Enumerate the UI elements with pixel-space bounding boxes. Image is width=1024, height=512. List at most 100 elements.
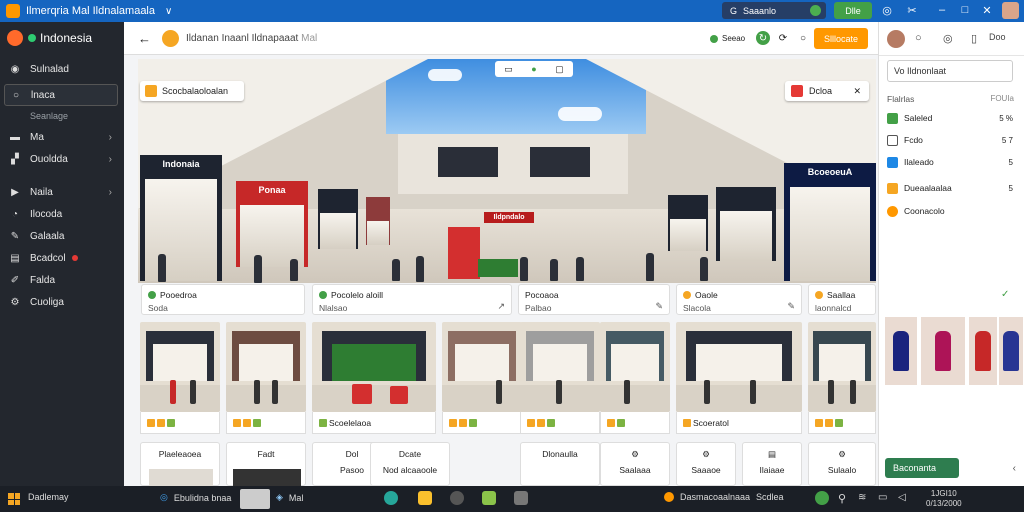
- avatar[interactable]: [1002, 2, 1019, 19]
- minimize-icon[interactable]: –: [935, 3, 949, 17]
- store-center-sign: Ildpndalo: [484, 212, 534, 223]
- close-icon[interactable]: ✕: [853, 86, 861, 97]
- taskbar-thumbnail[interactable]: [240, 489, 270, 509]
- kiosk: [390, 386, 408, 404]
- sidebar-item-9[interactable]: ✐ Falda: [4, 269, 118, 291]
- stat-card[interactable]: Pooedroa Soda: [141, 284, 305, 315]
- edit-icon[interactable]: ✎: [655, 301, 663, 312]
- image-tile[interactable]: [600, 322, 670, 412]
- sidebar-item-10[interactable]: ⚙ Cuoliga: [4, 291, 118, 313]
- overlay-card-right[interactable]: Dcloa ✕: [785, 81, 869, 101]
- category-card[interactable]: ⚙ Saaaoe: [676, 442, 736, 486]
- clock[interactable]: 1JGI10 0/13/2000: [926, 489, 962, 509]
- image-tile[interactable]: [140, 322, 220, 412]
- panel-row[interactable]: Coonacolo: [887, 203, 1015, 219]
- image-tile[interactable]: [808, 322, 876, 412]
- image-tile[interactable]: [676, 322, 802, 412]
- circle-icon[interactable]: ○: [796, 31, 810, 45]
- folder-icon[interactable]: [418, 491, 432, 505]
- sidebar-item-3[interactable]: ▬ Ma ›: [4, 126, 118, 148]
- app-icon[interactable]: [384, 491, 398, 505]
- product-thumb[interactable]: [969, 317, 997, 385]
- expand-icon[interactable]: ▢: [555, 64, 564, 75]
- panel-action-button[interactable]: Baconanta: [885, 458, 959, 478]
- app-icon[interactable]: [482, 491, 496, 505]
- sidebar-item-7[interactable]: ✎ Galaala: [4, 225, 118, 247]
- close-icon[interactable]: ✕: [980, 3, 994, 17]
- stat-card[interactable]: Oaole Slacola ✎: [676, 284, 802, 315]
- stat-card[interactable]: Pocoaoa Palbao ✎: [518, 284, 670, 315]
- back-arrow-icon[interactable]: ←: [138, 31, 151, 46]
- notification-dot: [71, 255, 78, 261]
- sidebar-item-8[interactable]: ▤ Bcadcol: [4, 247, 118, 269]
- window-icon[interactable]: ▭: [504, 64, 513, 75]
- sidebar-item-1[interactable]: ◉ Sulnalad: [4, 58, 118, 80]
- wifi-icon[interactable]: ≋: [858, 492, 866, 503]
- panel-row[interactable]: Saleled 5 %: [887, 110, 1015, 126]
- panel-row[interactable]: Fcdo 5 7: [887, 132, 1015, 148]
- stat-card[interactable]: Saallaa laonnalcd: [808, 284, 876, 315]
- product-thumb[interactable]: [999, 317, 1023, 385]
- page-title: Ildanan Inaanl Ildnapaaat Mal: [186, 33, 317, 44]
- refresh-icon[interactable]: ↻: [756, 31, 770, 45]
- panel-row[interactable]: Ilaleado 5: [887, 154, 1015, 170]
- more-icon[interactable]: Doo: [989, 32, 1006, 42]
- share-icon[interactable]: ⚲: [838, 492, 846, 505]
- chevron-down-icon[interactable]: ∨: [165, 6, 172, 17]
- check-icon[interactable]: ✓: [1001, 289, 1009, 300]
- chevron-left-icon[interactable]: ‹: [1013, 463, 1016, 474]
- volume-icon[interactable]: ◁: [898, 492, 906, 503]
- maximize-icon[interactable]: □: [958, 3, 972, 17]
- image-tile[interactable]: [312, 322, 436, 412]
- globe-icon[interactable]: ◎: [880, 3, 894, 17]
- category-card[interactable]: ⚙ Sulaalo: [808, 442, 876, 486]
- stat-card[interactable]: Pocolelo aloill Nlalsao ↗: [312, 284, 512, 315]
- edit-icon[interactable]: ✎: [787, 301, 795, 312]
- category-card[interactable]: ▤ Ilaiaae: [742, 442, 802, 486]
- tray-label-2[interactable]: Scdlea: [756, 492, 784, 502]
- product-thumb[interactable]: [885, 317, 917, 385]
- sidebar-item-4[interactable]: ▞ Ouoldda ›: [4, 148, 118, 170]
- category-card[interactable]: Plaeleaoea: [140, 442, 220, 487]
- category-card[interactable]: Dcate Nod alcaaoole: [370, 442, 450, 486]
- sidebar-subitem[interactable]: Seanlage: [30, 111, 68, 121]
- image-toolbar[interactable]: ▭ ● ▢: [495, 61, 573, 77]
- image-tile[interactable]: [226, 322, 306, 412]
- network-icon[interactable]: [815, 491, 829, 505]
- search-box[interactable]: G Saaanlo: [722, 2, 826, 19]
- settings-icon[interactable]: [450, 491, 464, 505]
- expand-arrow-icon[interactable]: ↗: [497, 301, 505, 312]
- panel-search-input[interactable]: Vo Ildnonlaat: [887, 60, 1013, 82]
- document-icon[interactable]: ▯: [971, 32, 977, 45]
- circle-icon[interactable]: ○: [915, 32, 922, 44]
- green-dot-icon[interactable]: ●: [531, 64, 536, 74]
- overlay-card-left[interactable]: Scocbalaoloalan: [140, 81, 244, 101]
- avatar[interactable]: [887, 30, 905, 48]
- tray-item[interactable]: Dasmacoaalnaaa: [664, 492, 750, 502]
- category-card[interactable]: ⚙ Saalaaa: [600, 442, 670, 486]
- battery-icon[interactable]: ▭: [878, 492, 887, 503]
- category-card[interactable]: Fadt: [226, 442, 306, 487]
- store: [318, 189, 358, 249]
- select-button[interactable]: Slllocate: [814, 28, 868, 49]
- sidebar-item-6[interactable]: ◔ Ilocoda: [4, 203, 118, 225]
- image-tile[interactable]: [442, 322, 522, 412]
- settings-icon[interactable]: ⟳: [776, 31, 790, 45]
- status-chip[interactable]: Seeao: [710, 30, 745, 47]
- taskbar-label[interactable]: Dadlemay: [28, 492, 69, 502]
- row-icon: [887, 134, 898, 146]
- category-card[interactable]: Dlonaulla: [520, 442, 600, 486]
- mic-icon[interactable]: [810, 5, 821, 16]
- taskbar-app[interactable]: ◈ Mal: [276, 492, 303, 503]
- taskbar-search[interactable]: ◎ Ebulidna bnaa: [160, 492, 231, 503]
- start-icon[interactable]: [8, 493, 20, 505]
- sidebar-item-2[interactable]: ○ lnaca: [4, 84, 118, 106]
- done-button[interactable]: Dlle: [834, 2, 872, 19]
- panel-row[interactable]: Dueaalaalaa 5: [887, 180, 1015, 196]
- app-icon[interactable]: [514, 491, 528, 505]
- image-tile[interactable]: [520, 322, 600, 412]
- product-thumb[interactable]: [921, 317, 965, 385]
- tools-icon[interactable]: ✂: [905, 3, 919, 17]
- record-icon[interactable]: ◎: [943, 32, 953, 45]
- sidebar-item-5[interactable]: ▶ Naila ›: [4, 181, 118, 203]
